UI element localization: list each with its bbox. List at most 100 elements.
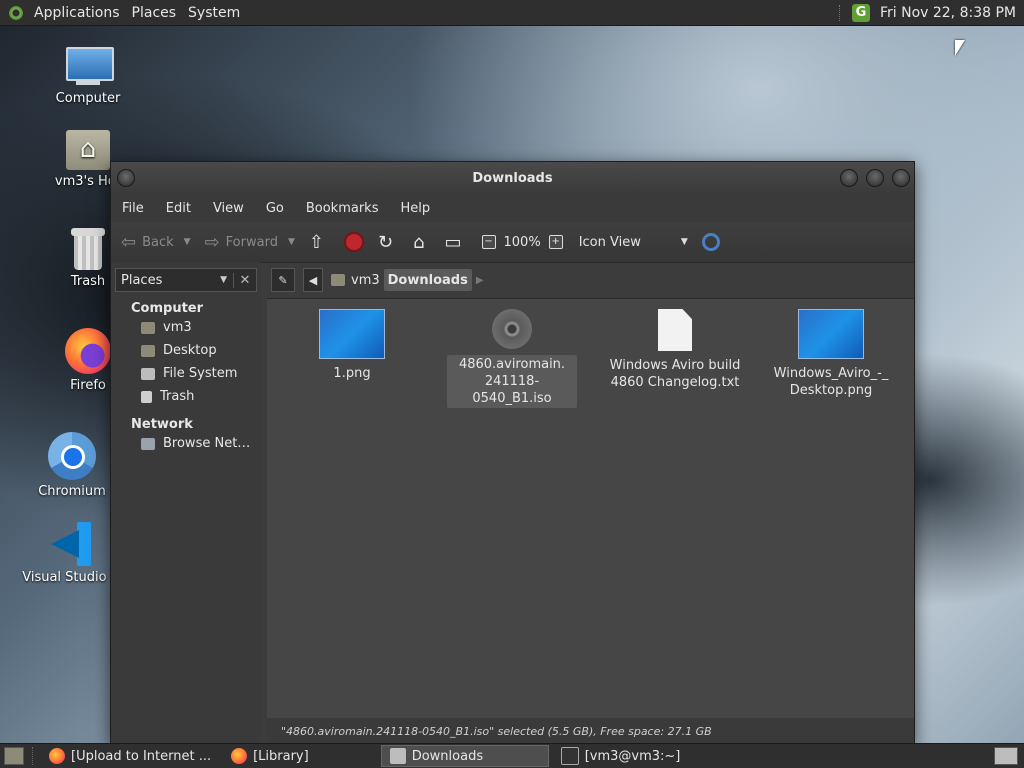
file-item[interactable]: Windows_Aviro_-_ Desktop.png — [767, 309, 895, 399]
sidebar-item-label: Browse Net… — [163, 436, 251, 451]
sidebar-item-label: File System — [163, 366, 238, 381]
menubar: File Edit View Go Bookmarks Help — [111, 194, 914, 222]
file-name: 4860.aviromain. 241118-0540_B1.iso — [447, 355, 577, 408]
clock[interactable]: Fri Nov 22, 8:38 PM — [880, 5, 1016, 21]
menu-bookmarks[interactable]: Bookmarks — [295, 201, 390, 216]
chevron-down-icon[interactable]: ▼ — [184, 237, 191, 247]
file-name-line: Windows_Aviro_-_ — [773, 366, 889, 381]
menu-applications[interactable]: Applications — [28, 5, 126, 21]
file-name: Windows_Aviro_-_ Desktop.png — [767, 365, 895, 399]
home-button[interactable]: ⌂ — [413, 232, 430, 253]
menu-edit[interactable]: Edit — [155, 201, 202, 216]
sidebar-selector[interactable]: Places ▼ ✕ — [115, 268, 257, 292]
computer-icon — [64, 47, 114, 87]
sidebar-item-trash[interactable]: Trash — [111, 385, 261, 408]
close-icon[interactable]: ✕ — [233, 272, 256, 288]
menu-view[interactable]: View — [202, 201, 255, 216]
chevron-down-icon[interactable]: ▼ — [288, 237, 295, 247]
bottom-panel: [Upload to Internet ... [Library] Downlo… — [0, 743, 1024, 768]
breadcrumb-label: vm3 — [351, 272, 380, 288]
sidebar: Places ▼ ✕ Computer vm3 Desktop File Sys… — [111, 262, 261, 744]
file-view[interactable]: 1.png 4860.aviromain. 241118-0540_B1.iso… — [267, 298, 914, 718]
top-menu: Applications Places System — [28, 0, 246, 25]
path-scroll-left-button[interactable]: ◀ — [303, 268, 323, 292]
firefox-icon — [49, 748, 65, 764]
firefox-icon — [65, 328, 111, 374]
maximize-button[interactable] — [866, 169, 884, 187]
breadcrumb-downloads[interactable]: Downloads — [383, 269, 472, 291]
computer-button[interactable]: ▭ — [445, 232, 468, 253]
file-item[interactable]: 1.png — [287, 309, 417, 382]
trash-icon — [71, 228, 105, 270]
menu-system[interactable]: System — [182, 5, 246, 21]
window-titlebar[interactable]: Downloads — [111, 162, 914, 194]
back-button[interactable]: ⇦ Back ▼ — [121, 232, 191, 253]
menu-help[interactable]: Help — [389, 201, 441, 216]
vscode-icon — [49, 522, 93, 566]
sidebar-item-label: Desktop — [163, 343, 217, 358]
forward-button[interactable]: ⇨ Forward ▼ — [205, 232, 295, 253]
distro-logo-icon[interactable] — [8, 4, 24, 21]
image-file-icon — [319, 309, 385, 359]
chevron-down-icon: ▼ — [680, 237, 688, 247]
reload-button[interactable]: ↻ — [378, 232, 399, 253]
location-toggle-button[interactable]: ✎ — [271, 268, 295, 292]
workspace-switcher-icon[interactable] — [994, 747, 1018, 765]
show-desktop-icon[interactable] — [4, 747, 24, 765]
sidebar-group-computer: Computer — [131, 301, 204, 316]
file-item[interactable]: Windows Aviro build 4860 Changelog.txt — [607, 309, 743, 391]
minimize-button[interactable] — [840, 169, 858, 187]
up-button[interactable]: ⇧ — [309, 232, 330, 253]
file-item-selected[interactable]: 4860.aviromain. 241118-0540_B1.iso — [447, 309, 577, 408]
desktop-icon-chromium[interactable]: Chromium — [27, 432, 117, 499]
desktop-icon-computer[interactable]: Computer — [43, 47, 133, 106]
image-file-icon — [798, 309, 864, 359]
stop-button[interactable] — [343, 232, 364, 252]
chromium-icon — [48, 432, 96, 480]
taskbar-item-library[interactable]: [Library] — [223, 746, 317, 766]
back-label: Back — [142, 234, 174, 250]
text-file-icon — [658, 309, 692, 351]
sidebar-item-label: vm3 — [163, 320, 192, 335]
menu-go[interactable]: Go — [255, 201, 295, 216]
window-body: Places ▼ ✕ Computer vm3 Desktop File Sys… — [111, 262, 914, 744]
view-mode-select[interactable]: Icon View ▼ — [579, 235, 688, 250]
mouse-cursor-icon — [955, 40, 965, 56]
folder-icon — [389, 748, 406, 764]
taskbar-item-downloads[interactable]: Downloads — [380, 745, 549, 767]
panel-separator — [32, 747, 35, 765]
network-icon — [141, 437, 155, 450]
zoom-out-icon[interactable]: − — [481, 235, 496, 249]
sidebar-item-browse-network[interactable]: Browse Net… — [111, 432, 261, 455]
desktop-icon-label: Chromium — [38, 484, 106, 499]
toolbar: ⇦ Back ▼ ⇨ Forward ▼ ⇧ ↻ ⌂ ▭ − 100% + Ic… — [111, 222, 914, 263]
file-name-line: 4860 Changelog.txt — [610, 375, 740, 390]
file-name: 1.png — [333, 366, 371, 381]
home-folder-icon — [141, 321, 155, 334]
stop-icon — [343, 232, 364, 252]
path-scroll-right-button[interactable]: ▶ — [472, 269, 488, 291]
update-manager-icon[interactable]: G — [851, 3, 870, 22]
taskbar-item-label: [vm3@vm3:~] — [584, 748, 681, 764]
zoom-in-icon[interactable]: + — [548, 235, 563, 249]
top-panel-tray: G Fri Nov 22, 8:38 PM — [838, 0, 1024, 25]
arrow-right-icon: ⇨ — [204, 231, 220, 253]
menu-file[interactable]: File — [111, 201, 155, 216]
close-button[interactable] — [892, 169, 910, 187]
status-bar: "4860.aviromain.241118-0540_B1.iso" sele… — [267, 718, 914, 744]
terminal-icon — [560, 747, 579, 765]
forward-label: Forward — [225, 234, 278, 250]
zoom-level[interactable]: 100% — [504, 235, 541, 250]
menu-places[interactable]: Places — [126, 5, 183, 21]
breadcrumb-vm3[interactable]: vm3 — [327, 269, 384, 291]
sidebar-item-vm3[interactable]: vm3 — [111, 316, 261, 339]
window-menu-button[interactable] — [117, 169, 135, 187]
taskbar-item-terminal[interactable]: [vm3@vm3:~] — [553, 746, 689, 766]
taskbar-item-upload[interactable]: [Upload to Internet ... — [41, 746, 219, 766]
sidebar-item-file-system[interactable]: File System — [111, 362, 261, 385]
reload-icon: ↻ — [377, 231, 394, 253]
view-mode-label: Icon View — [578, 234, 641, 250]
search-button[interactable] — [701, 233, 720, 251]
sidebar-item-desktop[interactable]: Desktop — [111, 339, 261, 362]
computer-icon: ▭ — [444, 231, 462, 253]
